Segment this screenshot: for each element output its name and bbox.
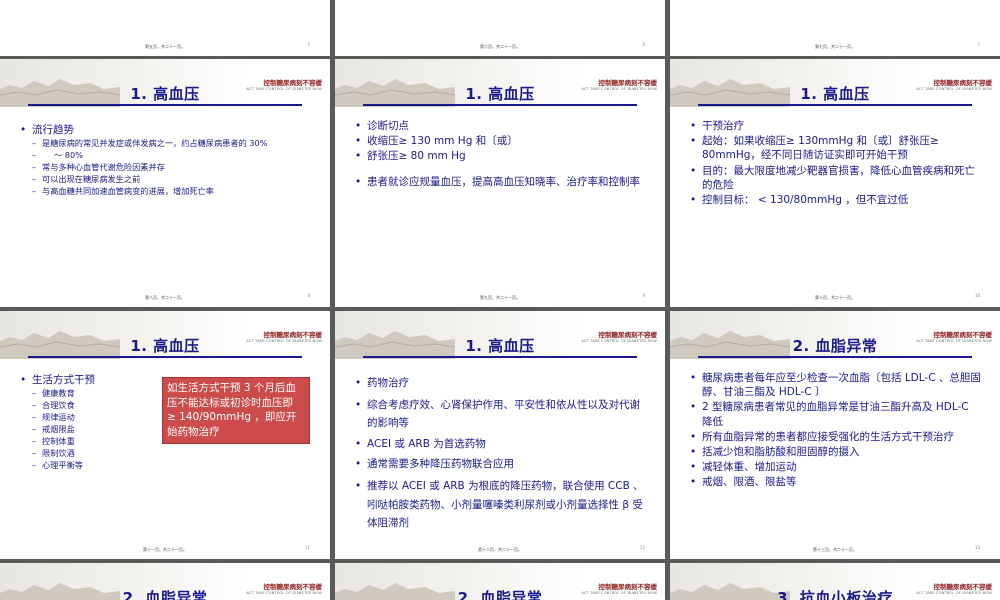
slide-thumb-14[interactable]: 2. 血脂异常 控制糖尿病刻不容缓 ACT TAKE CONTROL OF DIA… xyxy=(0,563,330,600)
sub-bullet: 常与多种心血管代谢危险因素并存 xyxy=(20,162,312,174)
slide-footer: 第七页，共二十一页。 xyxy=(815,44,855,49)
slide-page-number: 11 xyxy=(304,545,310,550)
brand-logo: 控制糖尿病刻不容缓 ACT TAKE CONTROL OF DIABETES NO… xyxy=(916,331,992,344)
sub-bullet: 是糖尿病的常见并发症或伴发病之一，约占糖尿病患者的 30% xyxy=(20,138,312,150)
bullet: 干预治疗 xyxy=(690,119,982,133)
bullet: 诊断切点 xyxy=(355,119,647,133)
title-underline xyxy=(698,104,972,106)
slide-footer: 第八页，共二十一页。 xyxy=(145,295,185,300)
bullet: 通常需要多种降压药物联合应用 xyxy=(355,456,647,474)
bullet: 综合考虑疗效、心肾保护作用、平安性和依从性以及对代谢的影响等 xyxy=(355,396,647,433)
slide-thumb-11[interactable]: 1. 高血压 控制糖尿病刻不容缓 ACT TAKE CONTROL OF DIAB… xyxy=(0,311,330,559)
slide-thumb-12[interactable]: 1. 高血压 控制糖尿病刻不容缓 ACT TAKE CONTROL OF DIAB… xyxy=(335,311,665,559)
sub-bullet: 健康教育 xyxy=(20,388,150,400)
bullet: 推荐以 ACEI 或 ARB 为根底的降压药物，联合使用 CCB 、吲哒帕胺类药… xyxy=(355,477,647,532)
slide-footer: 第十二页，共二十一页。 xyxy=(478,547,522,552)
slide-footer: 第五页，共二十一页。 xyxy=(145,44,185,49)
bullet: 控制目标： < 130/80mmHg ，但不宜过低 xyxy=(690,193,982,207)
slide-thumb-6[interactable]: 第六页，共二十一页。 6 xyxy=(335,0,665,56)
bullet: 收缩压≥ 130 mm Hg 和〔或〕 xyxy=(355,134,647,148)
slide-sorter-grid: 第五页，共二十一页。 5 第六页，共二十一页。 6 第七页，共二十一页。 7 1… xyxy=(0,0,1000,600)
bullet: 舒张压≥ 80 mm Hg xyxy=(355,149,647,163)
bullet: ACEI 或 ARB 为首选药物 xyxy=(355,436,647,454)
slide-page-number: 8 xyxy=(307,293,310,298)
brand-logo: 控制糖尿病刻不容缓 ACT TAKE CONTROL OF DIABETES NO… xyxy=(581,583,657,596)
slide-content: 诊断切点 收缩压≥ 130 mm Hg 和〔或〕 舒张压≥ 80 mm Hg 患… xyxy=(355,119,647,190)
bullet: 括减少饱和脂肪酸和胆固醇的摄入 xyxy=(690,445,982,459)
slide-footer: 第十页，共二十一页。 xyxy=(815,295,855,300)
brand-logo: 控制糖尿病刻不容缓 ACT TAKE CONTROL OF DIABETES NO… xyxy=(246,583,322,596)
slide-thumb-7[interactable]: 第七页，共二十一页。 7 xyxy=(670,0,1000,56)
sub-bullet: 与高血糖共同加速血管病变的进展，增加死亡率 xyxy=(20,186,312,198)
bullet: 药物治疗 xyxy=(355,375,647,393)
bullet: 减轻体重、增加运动 xyxy=(690,460,982,474)
sub-bullet: 心理平衡等 xyxy=(20,460,150,472)
sub-bullet: 限制饮酒 xyxy=(20,448,150,460)
title-underline xyxy=(698,356,972,358)
bullet: 流行趋势 xyxy=(20,123,312,137)
sub-bullet: 规律运动 xyxy=(20,412,150,424)
slide-page-number: 13 xyxy=(974,545,980,550)
slide-footer: 第九页，共二十一页。 xyxy=(480,295,520,300)
slide-page-number: 5 xyxy=(307,42,310,47)
sub-bullet: 戒烟限盐 xyxy=(20,424,150,436)
brand-logo: 控制糖尿病刻不容缓 ACT TAKE CONTROL OF DIABETES NO… xyxy=(916,79,992,92)
bullet: 戒烟、限酒、限盐等 xyxy=(690,475,982,489)
slide-content: 流行趋势 是糖尿病的常见并发症或伴发病之一，约占糖尿病患者的 30% ～ 80%… xyxy=(20,123,312,198)
title-underline xyxy=(28,104,302,106)
slide-thumb-16[interactable]: 3. 抗血小板治疗 控制糖尿病刻不容缓 ACT TAKE CONTROL OF D… xyxy=(670,563,1000,600)
sub-bullet: 可以出现在糖尿病发生之前 xyxy=(20,174,312,186)
slide-content: 干预治疗 起始：如果收缩压≥ 130mmHg 和〔或〕舒张压≥ 80mmHg，经… xyxy=(690,119,982,208)
slide-thumb-10[interactable]: 1. 高血压 控制糖尿病刻不容缓 ACT TAKE CONTROL OF DIAB… xyxy=(670,59,1000,307)
slide-thumb-13[interactable]: 2. 血脂异常 控制糖尿病刻不容缓 ACT TAKE CONTROL OF DIA… xyxy=(670,311,1000,559)
bullet: 目的：最大限度地减少靶器官损害，降低心血管疾病和死亡的危险 xyxy=(690,164,982,192)
sub-bullet: 控制体重 xyxy=(20,436,150,448)
brand-logo: 控制糖尿病刻不容缓 ACT TAKE CONTROL OF DIABETES NO… xyxy=(246,331,322,344)
slide-page-number: 9 xyxy=(642,293,645,298)
slide-content: 生活方式干预 健康教育 合理饮食 规律运动 戒烟限盐 控制体重 限制饮酒 心理平… xyxy=(20,373,150,471)
sub-bullet-cont: ～ 80% xyxy=(20,150,312,162)
slide-thumb-5[interactable]: 第五页，共二十一页。 5 xyxy=(0,0,330,56)
title-underline xyxy=(363,104,637,106)
slide-footer: 第十三页，共二十一页。 xyxy=(813,547,857,552)
sub-bullet: 合理饮食 xyxy=(20,400,150,412)
title-underline xyxy=(363,356,637,358)
brand-logo: 控制糖尿病刻不容缓 ACT TAKE CONTROL OF DIABETES NO… xyxy=(246,79,322,92)
brand-logo: 控制糖尿病刻不容缓 ACT TAKE CONTROL OF DIABETES NO… xyxy=(581,79,657,92)
brand-logo: 控制糖尿病刻不容缓 ACT TAKE CONTROL OF DIABETES NO… xyxy=(916,583,992,596)
slide-thumb-8[interactable]: 1. 高血压 控制糖尿病刻不容缓 ACT TAKE CONTROL OF DIAB… xyxy=(0,59,330,307)
bullet: 所有血脂异常的患者都应接受强化的生活方式干预治疗 xyxy=(690,430,982,444)
slide-footer: 第六页，共二十一页。 xyxy=(480,44,520,49)
bullet: 糖尿病患者每年应至少检查一次血脂〔包括 LDL-C 、总胆固醇、甘油三酯及 HD… xyxy=(690,371,982,399)
slide-content: 药物治疗 综合考虑疗效、心肾保护作用、平安性和依从性以及对代谢的影响等 ACEI… xyxy=(355,375,647,535)
title-underline xyxy=(28,356,302,358)
bullet: 2 型糖尿病患者常见的血脂异常是甘油三酯升高及 HDL-C 降低 xyxy=(690,400,982,428)
bullet: 生活方式干预 xyxy=(20,373,150,387)
brand-logo: 控制糖尿病刻不容缓 ACT TAKE CONTROL OF DIABETES NO… xyxy=(581,331,657,344)
bullet: 患者就诊应规量血压，提高高血压知晓率、治疗率和控制率 xyxy=(355,175,647,189)
slide-page-number: 12 xyxy=(639,545,645,550)
callout-box: 如生活方式干预 3 个月后血压不能达标或初诊时血压即 ≥ 140/90mmHg … xyxy=(162,377,310,444)
slide-content: 糖尿病患者每年应至少检查一次血脂〔包括 LDL-C 、总胆固醇、甘油三酯及 HD… xyxy=(690,371,982,490)
slide-page-number: 10 xyxy=(974,293,980,298)
slide-footer: 第十一页，共二十一页。 xyxy=(143,547,187,552)
bullet: 起始：如果收缩压≥ 130mmHg 和〔或〕舒张压≥ 80mmHg，经不同日随访… xyxy=(690,134,982,162)
slide-thumb-9[interactable]: 1. 高血压 控制糖尿病刻不容缓 ACT TAKE CONTROL OF DIAB… xyxy=(335,59,665,307)
slide-thumb-15[interactable]: 2. 血脂异常 控制糖尿病刻不容缓 ACT TAKE CONTROL OF DIA… xyxy=(335,563,665,600)
slide-page-number: 6 xyxy=(642,42,645,47)
slide-page-number: 7 xyxy=(977,42,980,47)
